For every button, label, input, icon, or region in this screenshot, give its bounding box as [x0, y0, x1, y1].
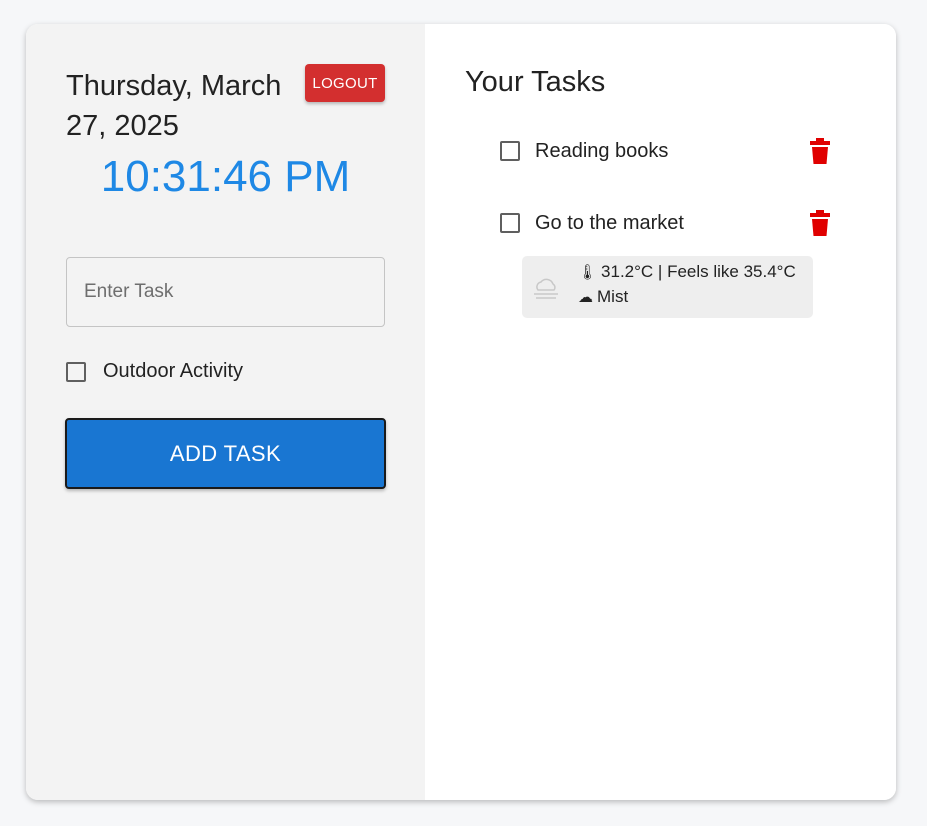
- current-time: 10:31:46 PM: [100, 152, 351, 201]
- trash-icon[interactable]: [810, 210, 830, 236]
- logout-button[interactable]: LOGOUT: [305, 64, 385, 102]
- task-checkbox[interactable]: [500, 213, 520, 233]
- task-checkbox[interactable]: [500, 141, 520, 161]
- task-input[interactable]: [66, 257, 385, 327]
- task-label: Go to the market: [535, 211, 684, 234]
- temperature-text: 31.2°C | Feels like 35.4°C: [601, 262, 796, 281]
- weather-condition: ☁ Mist: [578, 287, 628, 307]
- task-item: Reading books: [500, 136, 830, 166]
- add-task-button[interactable]: ADD TASK: [65, 418, 386, 489]
- current-date: Thursday, March 27, 2025: [66, 70, 282, 142]
- outdoor-activity-option[interactable]: Outdoor Activity: [66, 360, 243, 383]
- task-item: Go to the market: [500, 208, 830, 238]
- tasks-title: Your Tasks: [465, 66, 606, 98]
- trash-icon[interactable]: [810, 138, 830, 164]
- tasks-panel: Your Tasks Reading books Go to the marke…: [425, 24, 896, 800]
- mist-cloud-icon: [534, 278, 558, 299]
- outdoor-activity-label: Outdoor Activity: [103, 360, 244, 382]
- weather-temperature: 🌡 31.2°C | Feels like 35.4°C: [578, 262, 796, 282]
- weather-info: 🌡 31.2°C | Feels like 35.4°C ☁ Mist: [522, 256, 813, 318]
- outdoor-activity-checkbox[interactable]: [66, 361, 86, 382]
- thermometer-icon: 🌡: [578, 264, 598, 281]
- condition-text: Mist: [597, 287, 629, 306]
- cloud-icon: ☁: [578, 289, 593, 306]
- left-panel: Thursday, March 27, 2025 LOGOUT 10:31:46…: [26, 24, 425, 800]
- task-label: Reading books: [535, 139, 669, 162]
- todo-card: Thursday, March 27, 2025 LOGOUT 10:31:46…: [26, 24, 896, 800]
